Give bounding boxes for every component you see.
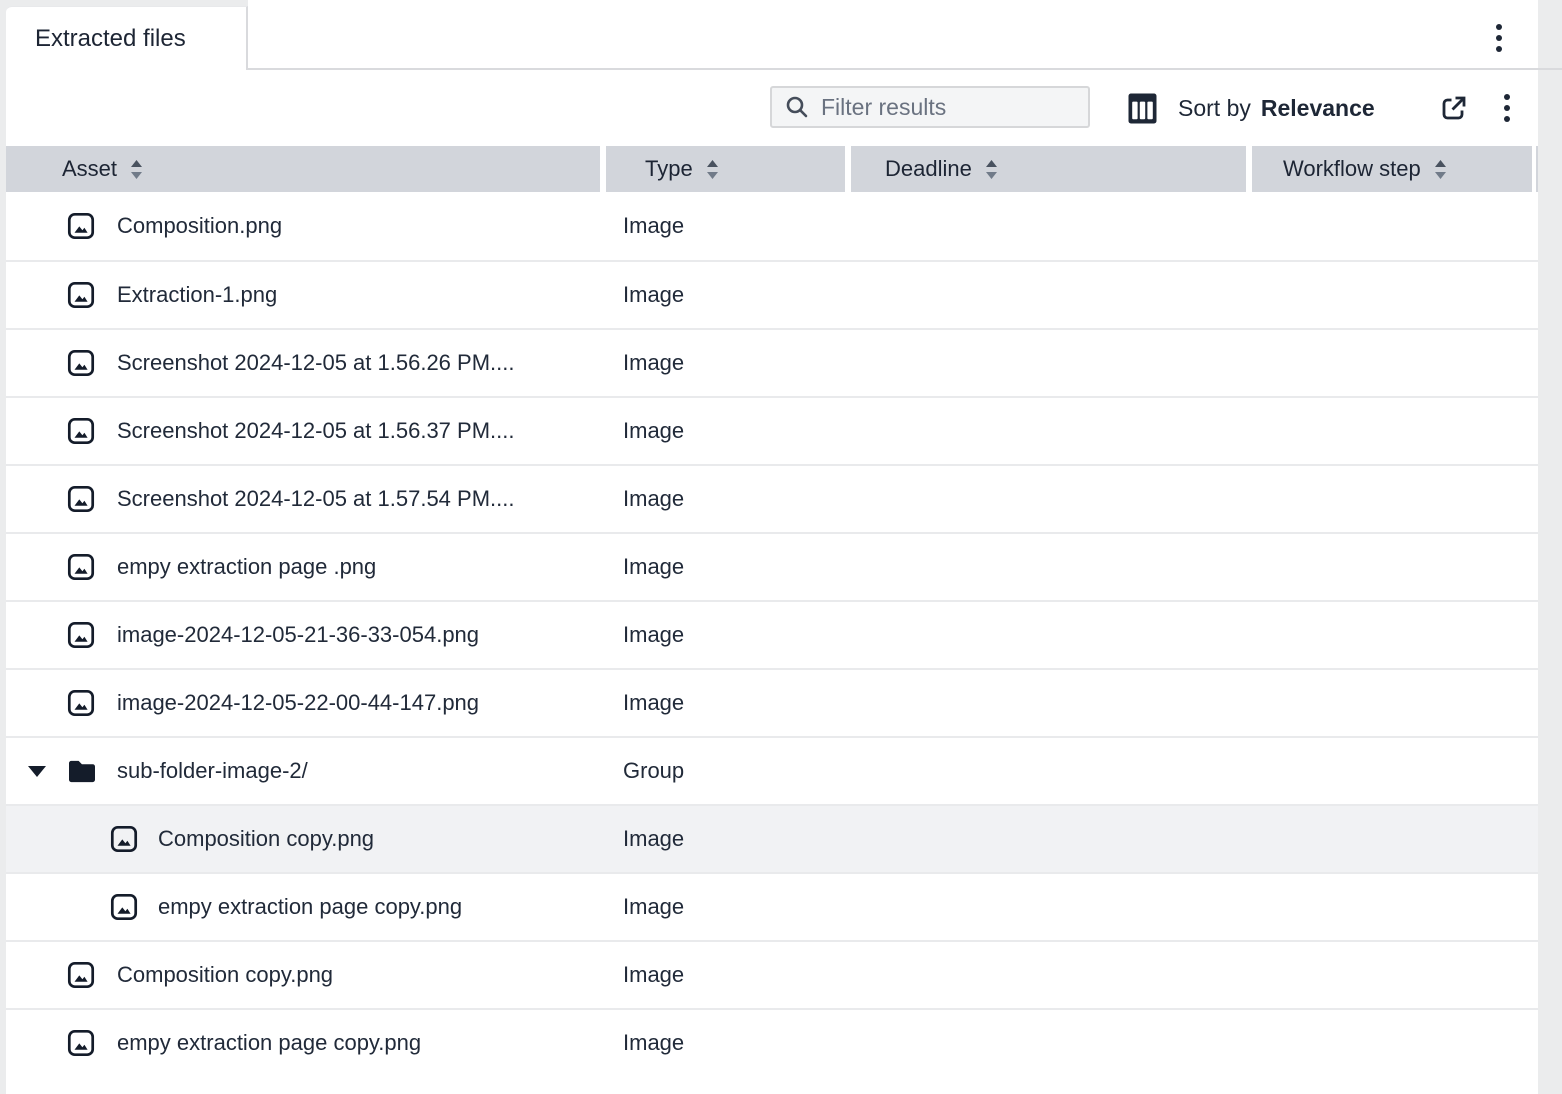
image-file-icon <box>65 415 97 447</box>
column-header-workflow-step[interactable]: Workflow step <box>1252 146 1532 192</box>
external-link-icon <box>1439 93 1469 123</box>
filter-field <box>770 86 1090 128</box>
image-file-icon <box>65 959 97 991</box>
columns-icon <box>1128 93 1157 124</box>
column-label: Asset <box>62 156 117 182</box>
image-file-icon <box>65 1027 97 1059</box>
sort-arrows-icon <box>1434 159 1447 180</box>
column-label: Workflow step <box>1283 156 1421 182</box>
asset-cell: Screenshot 2024-12-05 at 1.56.37 PM.... <box>6 415 606 447</box>
sort-arrows-icon <box>130 159 143 180</box>
type-cell: Image <box>606 418 851 444</box>
asset-name: empy extraction page copy.png <box>117 1030 421 1056</box>
asset-name: Screenshot 2024-12-05 at 1.56.37 PM.... <box>117 418 514 444</box>
sort-by-control[interactable]: Sort by Relevance <box>1178 70 1375 146</box>
type-cell: Image <box>606 282 851 308</box>
asset-cell: empy extraction page copy.png <box>6 891 606 923</box>
caret-down-icon[interactable] <box>28 766 46 777</box>
type-cell: Image <box>606 690 851 716</box>
type-cell: Group <box>606 758 851 784</box>
table-row[interactable]: empy extraction page .png Image <box>6 532 1538 600</box>
folder-icon <box>68 759 96 784</box>
asset-cell: Extraction-1.png <box>6 279 606 311</box>
column-header-asset[interactable]: Asset <box>6 146 600 192</box>
asset-name: image-2024-12-05-22-00-44-147.png <box>117 690 479 716</box>
table-header: Asset Type Deadline Workflow step <box>6 146 1538 192</box>
toolbar-menu-button[interactable] <box>1490 90 1524 126</box>
column-header-filler <box>1536 146 1538 192</box>
tab-label: Extracted files <box>35 25 186 53</box>
tab-bar-background <box>248 0 1538 68</box>
kebab-menu-icon <box>1502 92 1512 124</box>
asset-name: empy extraction page copy.png <box>158 894 462 920</box>
table-row[interactable]: Screenshot 2024-12-05 at 1.57.54 PM.... … <box>6 464 1538 532</box>
table-row[interactable]: Extraction-1.png Image <box>6 260 1538 328</box>
type-cell: Image <box>606 1030 851 1056</box>
column-label: Deadline <box>885 156 972 182</box>
asset-name: Screenshot 2024-12-05 at 1.57.54 PM.... <box>117 486 514 512</box>
asset-name: Composition.png <box>117 213 282 239</box>
type-cell: Image <box>606 486 851 512</box>
table-row[interactable]: image-2024-12-05-22-00-44-147.png Image <box>6 668 1538 736</box>
table-row[interactable]: empy extraction page copy.png Image <box>6 872 1538 940</box>
asset-cell: Composition.png <box>6 210 606 242</box>
type-cell: Image <box>606 962 851 988</box>
table-row[interactable]: sub-folder-image-2/ Group <box>6 736 1538 804</box>
type-cell: Image <box>606 622 851 648</box>
table-row[interactable]: image-2024-12-05-21-36-33-054.png Image <box>6 600 1538 668</box>
image-file-icon <box>65 619 97 651</box>
asset-name: Composition copy.png <box>158 826 374 852</box>
asset-cell: image-2024-12-05-22-00-44-147.png <box>6 687 606 719</box>
asset-cell: Screenshot 2024-12-05 at 1.57.54 PM.... <box>6 483 606 515</box>
asset-cell: Composition copy.png <box>6 823 606 855</box>
asset-name: image-2024-12-05-21-36-33-054.png <box>117 622 479 648</box>
sort-arrows-icon <box>985 159 998 180</box>
open-in-new-button[interactable] <box>1434 90 1474 126</box>
table-row[interactable]: Screenshot 2024-12-05 at 1.56.37 PM.... … <box>6 396 1538 464</box>
asset-name: Screenshot 2024-12-05 at 1.56.26 PM.... <box>117 350 514 376</box>
asset-cell: Composition copy.png <box>6 959 606 991</box>
asset-name: Composition copy.png <box>117 962 333 988</box>
image-file-icon <box>65 687 97 719</box>
image-file-icon <box>65 210 97 242</box>
sort-by-label: Sort by <box>1178 95 1251 122</box>
asset-cell: Screenshot 2024-12-05 at 1.56.26 PM.... <box>6 347 606 379</box>
sort-arrows-icon <box>706 159 719 180</box>
asset-name: Extraction-1.png <box>117 282 277 308</box>
tab-extracted-files[interactable]: Extracted files <box>6 6 248 70</box>
type-cell: Image <box>606 894 851 920</box>
image-file-icon <box>108 823 140 855</box>
type-cell: Image <box>606 350 851 376</box>
table-row[interactable]: Composition copy.png Image <box>6 804 1538 872</box>
table-row[interactable]: Composition.png Image <box>6 192 1538 260</box>
asset-cell: empy extraction page copy.png <box>6 1027 606 1059</box>
asset-cell: sub-folder-image-2/ <box>6 758 606 784</box>
image-file-icon <box>65 551 97 583</box>
asset-cell: image-2024-12-05-21-36-33-054.png <box>6 619 606 651</box>
column-header-deadline[interactable]: Deadline <box>851 146 1246 192</box>
image-file-icon <box>65 347 97 379</box>
tab-bar-menu-button[interactable] <box>1482 20 1516 56</box>
table-row[interactable]: Screenshot 2024-12-05 at 1.56.26 PM.... … <box>6 328 1538 396</box>
column-label: Type <box>645 156 693 182</box>
filter-input[interactable] <box>821 94 1078 121</box>
table-rows: Composition.png Image Extraction-1.png I… <box>6 192 1538 1076</box>
type-cell: Image <box>606 213 851 239</box>
column-header-type[interactable]: Type <box>606 146 845 192</box>
type-cell: Image <box>606 826 851 852</box>
table-row[interactable]: empy extraction page copy.png Image <box>6 1008 1538 1076</box>
search-icon <box>784 94 810 120</box>
columns-view-button[interactable] <box>1122 90 1162 126</box>
table-row[interactable]: Composition copy.png Image <box>6 940 1538 1008</box>
image-file-icon <box>65 279 97 311</box>
asset-name: empy extraction page .png <box>117 554 376 580</box>
sort-by-value: Relevance <box>1261 95 1375 122</box>
image-file-icon <box>108 891 140 923</box>
asset-cell: empy extraction page .png <box>6 551 606 583</box>
asset-name: sub-folder-image-2/ <box>117 758 308 784</box>
image-file-icon <box>65 483 97 515</box>
kebab-menu-icon <box>1494 22 1504 54</box>
type-cell: Image <box>606 554 851 580</box>
toolbar: Sort by Relevance <box>6 70 1538 146</box>
